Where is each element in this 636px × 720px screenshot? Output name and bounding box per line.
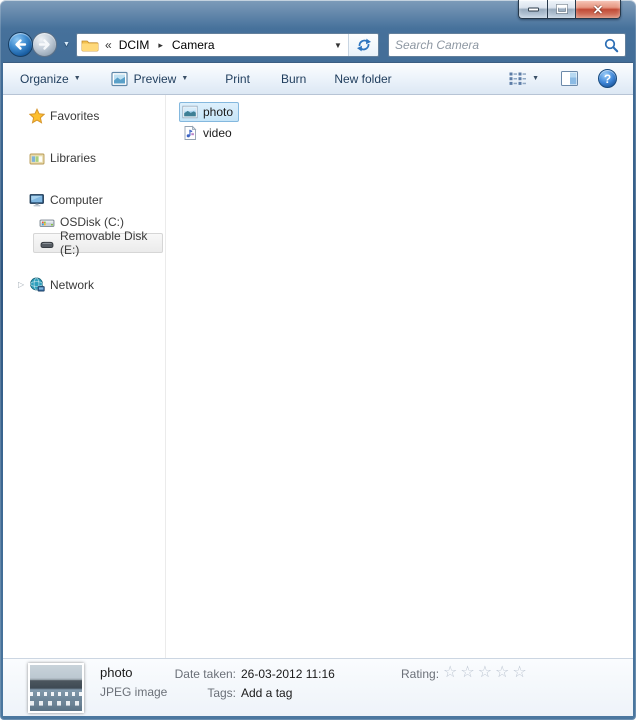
sidebar-item-favorites[interactable]: Favorites bbox=[3, 106, 163, 126]
star-icon[interactable]: ☆ bbox=[512, 664, 529, 681]
star-icon[interactable]: ☆ bbox=[443, 664, 460, 681]
explorer-window: ▼ « DCIM ▸ Camera ▼ bbox=[0, 0, 636, 720]
preview-pane-icon bbox=[561, 71, 578, 86]
breadcrumb-overflow-chevron[interactable]: « bbox=[105, 38, 112, 52]
sidebar-item-network[interactable]: ▷ Network bbox=[3, 275, 163, 295]
sidebar-item-libraries[interactable]: Libraries bbox=[3, 148, 163, 168]
computer-icon bbox=[29, 192, 45, 208]
tags-label: Tags: bbox=[144, 686, 236, 700]
print-button[interactable]: Print bbox=[225, 72, 250, 86]
details-pane: photo JPEG image Date taken: 26-03-2012 … bbox=[3, 658, 633, 716]
organize-label: Organize bbox=[20, 72, 69, 86]
date-taken-label: Date taken: bbox=[144, 667, 236, 681]
caption-buttons bbox=[518, 0, 621, 19]
libraries-icon bbox=[29, 150, 45, 166]
file-item-video[interactable]: video bbox=[180, 123, 237, 143]
navigation-bar: ▼ « DCIM ▸ Camera ▼ bbox=[3, 28, 633, 62]
back-arrow-icon bbox=[12, 36, 29, 53]
search-icon[interactable] bbox=[604, 38, 619, 53]
burn-button[interactable]: Burn bbox=[281, 72, 306, 86]
forward-button[interactable] bbox=[32, 32, 57, 57]
hard-drive-icon bbox=[39, 214, 55, 230]
breadcrumb-separator-icon[interactable]: ▸ bbox=[151, 40, 170, 51]
burn-label: Burn bbox=[281, 72, 306, 86]
titlebar[interactable] bbox=[3, 0, 633, 28]
maximize-icon bbox=[556, 4, 568, 14]
recent-pages-dropdown[interactable]: ▼ bbox=[63, 41, 70, 48]
breadcrumb: « DCIM ▸ Camera bbox=[77, 34, 328, 56]
breadcrumb-item-camera[interactable]: Camera bbox=[170, 38, 217, 52]
sidebar-item-label: OSDisk (C:) bbox=[60, 215, 124, 229]
search-box bbox=[388, 33, 626, 57]
file-item-photo[interactable]: photo bbox=[179, 102, 239, 122]
refresh-icon bbox=[356, 37, 372, 53]
new-folder-label: New folder bbox=[334, 72, 391, 86]
print-label: Print bbox=[225, 72, 250, 86]
date-taken-value[interactable]: 26-03-2012 11:16 bbox=[241, 667, 335, 681]
video-file-icon bbox=[182, 125, 198, 141]
sidebar-item-label: Network bbox=[50, 278, 94, 292]
sidebar-item-computer[interactable]: Computer bbox=[3, 190, 163, 210]
chevron-down-icon: ▼ bbox=[181, 75, 188, 82]
minimize-icon bbox=[528, 7, 539, 12]
star-icon[interactable]: ☆ bbox=[460, 664, 477, 681]
help-icon: ? bbox=[604, 72, 611, 86]
address-bar[interactable]: « DCIM ▸ Camera ▼ bbox=[76, 33, 379, 57]
rating-label: Rating: bbox=[401, 667, 439, 681]
forward-arrow-icon bbox=[36, 36, 53, 53]
star-icon bbox=[29, 108, 45, 124]
maximize-button[interactable] bbox=[547, 0, 575, 19]
back-button[interactable] bbox=[8, 32, 33, 57]
preview-pane-button[interactable] bbox=[561, 71, 578, 86]
preview-label: Preview bbox=[134, 72, 177, 86]
address-dropdown-button[interactable]: ▼ bbox=[328, 34, 348, 56]
star-icon[interactable]: ☆ bbox=[478, 664, 495, 681]
command-bar: Organize ▼ Preview ▼ Print Burn New fold… bbox=[3, 62, 633, 95]
sidebar-item-label: Computer bbox=[50, 193, 103, 207]
toolbar-right-cluster: ▼ ? bbox=[509, 69, 617, 88]
sidebar-item-label: Libraries bbox=[50, 151, 96, 165]
sidebar-item-removable-disk-e[interactable]: Removable Disk (E:) bbox=[33, 233, 163, 253]
help-button[interactable]: ? bbox=[598, 69, 617, 88]
preview-button[interactable]: Preview ▼ bbox=[111, 71, 189, 87]
details-file-name: photo bbox=[100, 665, 133, 680]
rating-stars[interactable]: ☆☆☆☆☆ bbox=[443, 662, 530, 682]
file-name: video bbox=[203, 126, 232, 140]
removable-drive-icon bbox=[39, 235, 55, 251]
change-view-button[interactable]: ▼ bbox=[509, 72, 539, 86]
folder-icon bbox=[81, 37, 99, 53]
chevron-down-icon: ▼ bbox=[334, 41, 342, 50]
chevron-down-icon: ▼ bbox=[74, 75, 81, 82]
chevron-down-icon: ▼ bbox=[532, 75, 539, 82]
breadcrumb-item-dcim[interactable]: DCIM bbox=[117, 38, 152, 52]
star-icon[interactable]: ☆ bbox=[495, 664, 512, 681]
close-button[interactable] bbox=[575, 0, 621, 19]
close-icon bbox=[592, 4, 604, 15]
views-grid-icon bbox=[509, 72, 527, 86]
sidebar-item-label: Favorites bbox=[50, 109, 99, 123]
preview-icon bbox=[111, 71, 128, 87]
file-list[interactable]: photo video bbox=[166, 95, 633, 658]
minimize-button[interactable] bbox=[518, 0, 547, 19]
sidebar-item-label: Removable Disk (E:) bbox=[60, 229, 162, 257]
file-name: photo bbox=[203, 105, 233, 119]
new-folder-button[interactable]: New folder bbox=[334, 72, 391, 86]
search-input[interactable] bbox=[389, 35, 604, 55]
tags-add-a-tag[interactable]: Add a tag bbox=[241, 686, 292, 700]
image-file-icon bbox=[182, 104, 198, 120]
organize-button[interactable]: Organize ▼ bbox=[20, 72, 81, 86]
refresh-button[interactable] bbox=[348, 34, 378, 56]
navigation-pane: Favorites Libraries bbox=[3, 95, 166, 658]
file-thumbnail bbox=[28, 663, 84, 713]
expander-icon[interactable]: ▷ bbox=[18, 280, 24, 289]
content-area: Favorites Libraries bbox=[3, 95, 633, 658]
network-icon bbox=[29, 277, 45, 293]
